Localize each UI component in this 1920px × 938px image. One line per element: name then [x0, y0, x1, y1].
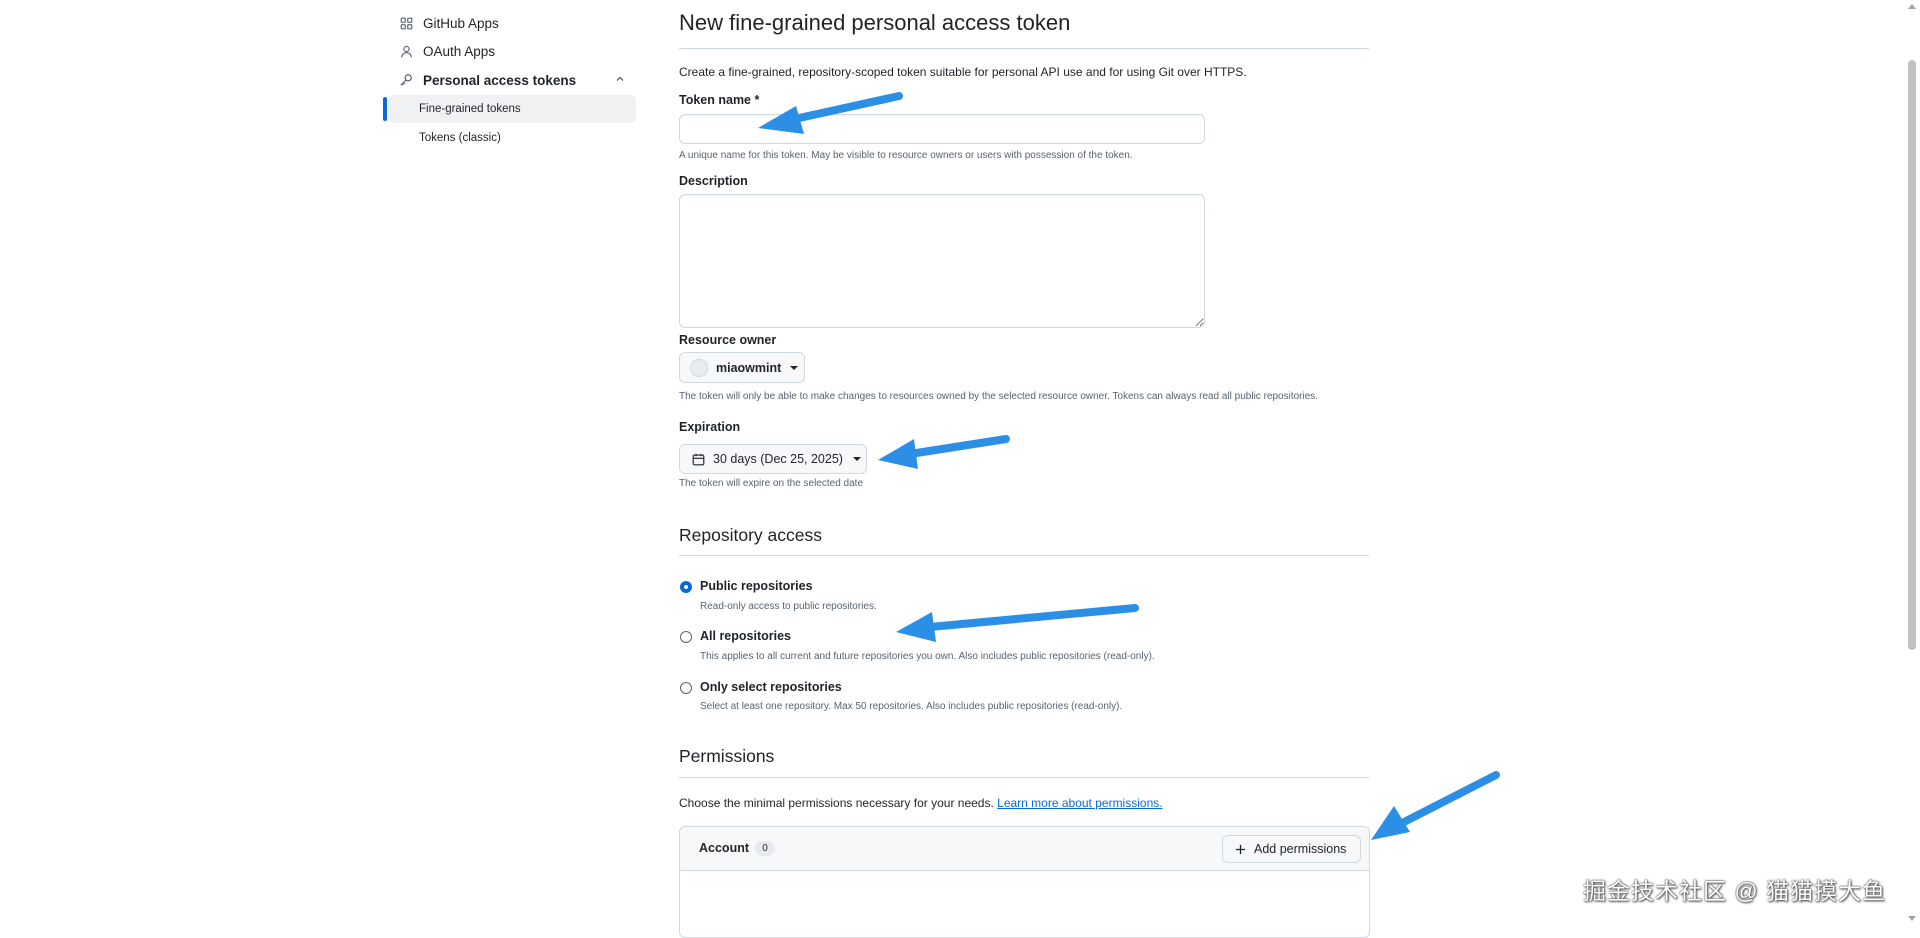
watermark: 掘金技术社区 @ 猫猫摸大鱼	[1583, 878, 1887, 904]
scroll-up-arrow-icon[interactable]	[1908, 4, 1916, 9]
annotation-arrowhead	[896, 612, 936, 642]
annotation-arrowhead	[1371, 806, 1410, 840]
annotation-arrow-add-permissions	[1400, 771, 1500, 826]
annotation-arrowhead	[758, 106, 804, 134]
scroll-down-arrow-icon[interactable]	[1908, 916, 1916, 921]
scrollbar-thumb[interactable]	[1908, 60, 1916, 650]
annotation-arrow-expiration	[906, 435, 1010, 458]
annotation-arrow-all-repositories	[926, 604, 1139, 631]
scrollbar[interactable]	[1903, 0, 1920, 927]
annotation-arrows	[758, 92, 1500, 840]
annotation-arrow-token-name	[786, 92, 903, 124]
annotation-arrowhead	[878, 439, 918, 469]
